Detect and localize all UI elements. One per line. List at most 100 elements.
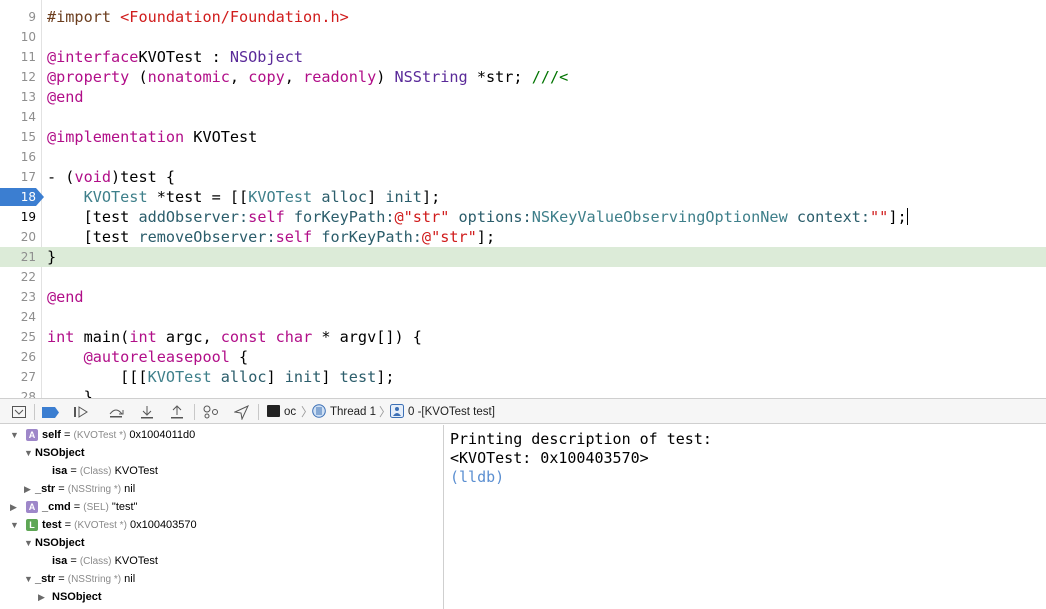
variable-row[interactable]: ▼ _str = (NSString *) nil bbox=[0, 570, 443, 588]
code-token: ) bbox=[376, 68, 395, 86]
code-line[interactable]: 10 bbox=[0, 27, 1046, 47]
hide-debug-area-icon[interactable] bbox=[10, 403, 28, 421]
console-prompt[interactable]: (lldb) bbox=[450, 468, 504, 487]
breadcrumb-frame[interactable]: 0 -[KVOTest test] bbox=[390, 403, 495, 421]
variable-row[interactable]: ▼ NSObject bbox=[0, 444, 443, 462]
disclosure-collapsed-icon[interactable]: ▶ bbox=[24, 480, 31, 498]
variable-row[interactable]: ▼ NSObject bbox=[0, 534, 443, 552]
breadcrumb-process[interactable]: oc bbox=[267, 403, 296, 421]
code-line[interactable]: 11 @interfaceKVOTest : NSObject bbox=[0, 47, 1046, 67]
code-line[interactable]: 23 @end bbox=[0, 287, 1046, 307]
variable-type: (NSString *) bbox=[67, 574, 122, 585]
line-number[interactable]: 20 bbox=[0, 227, 38, 247]
code-token: @property bbox=[47, 68, 130, 86]
disclosure-collapsed-icon[interactable]: ▶ bbox=[38, 588, 45, 606]
code-line[interactable]: 19 [test addObserver:self forKeyPath:@"s… bbox=[0, 207, 1046, 227]
disclosure-collapsed-icon[interactable]: ▶ bbox=[10, 498, 17, 516]
variable-name: self bbox=[42, 429, 61, 441]
code-token: NSString bbox=[394, 68, 468, 86]
lldb-console[interactable]: Printing description of test: <KVOTest: … bbox=[444, 425, 1046, 609]
variable-row[interactable]: ▼ Ltest = (KVOTest *) 0x100403570 bbox=[0, 516, 443, 534]
variable-row[interactable]: ▶ _str = (NSString *) nil bbox=[0, 480, 443, 498]
debug-view-hierarchy-icon[interactable] bbox=[202, 403, 220, 421]
code-token: @"str" bbox=[421, 228, 477, 246]
code-line[interactable]: 9 #import <Foundation/Foundation.h> bbox=[0, 7, 1046, 27]
line-number[interactable]: 21 bbox=[0, 247, 38, 267]
code-token: argc, bbox=[156, 328, 221, 346]
code-token: ] bbox=[321, 368, 340, 386]
toolbar-separator bbox=[34, 404, 35, 420]
disclosure-expanded-icon[interactable]: ▼ bbox=[24, 444, 33, 462]
line-number[interactable]: 27 bbox=[0, 367, 38, 387]
step-over-icon[interactable] bbox=[107, 403, 125, 421]
continue-icon[interactable] bbox=[72, 403, 90, 421]
code-token: removeObserver: bbox=[138, 228, 276, 246]
code-text: @implementation KVOTest bbox=[47, 127, 257, 147]
simulate-location-icon[interactable] bbox=[232, 403, 250, 421]
source-editor[interactable]: 9 #import <Foundation/Foundation.h> 10 11 @i… bbox=[0, 0, 1046, 398]
step-out-icon[interactable] bbox=[168, 403, 186, 421]
code-text: #import <Foundation/Foundation.h> bbox=[47, 7, 349, 27]
code-token: const bbox=[220, 328, 267, 346]
variable-row[interactable]: isa = (Class) KVOTest bbox=[0, 552, 443, 570]
code-line[interactable]: 15 @implementation KVOTest bbox=[0, 127, 1046, 147]
code-token: { bbox=[229, 348, 249, 366]
breakpoints-toggle-icon[interactable] bbox=[42, 403, 60, 421]
line-number[interactable]: 16 bbox=[0, 147, 38, 167]
code-token: - ( bbox=[47, 168, 75, 186]
line-number[interactable]: 13 bbox=[0, 87, 38, 107]
disclosure-expanded-icon[interactable]: ▼ bbox=[10, 516, 19, 534]
line-number[interactable]: 22 bbox=[0, 267, 38, 287]
line-number[interactable]: 17 bbox=[0, 167, 38, 187]
line-number[interactable]: 26 bbox=[0, 347, 38, 367]
line-number[interactable]: 11 bbox=[0, 47, 38, 67]
line-number[interactable]: 19 bbox=[0, 207, 38, 227]
code-token: main( bbox=[74, 328, 130, 346]
line-number[interactable]: 25 bbox=[0, 327, 38, 347]
code-line[interactable]: 22 bbox=[0, 267, 1046, 287]
variable-name: _cmd bbox=[42, 501, 71, 513]
code-line[interactable]: 24 bbox=[0, 307, 1046, 327]
line-number[interactable]: 23 bbox=[0, 287, 38, 307]
variable-text: _str = (NSString *) nil bbox=[35, 573, 136, 585]
line-number[interactable]: 28 bbox=[0, 387, 38, 398]
code-line[interactable]: 16 bbox=[0, 147, 1046, 167]
disclosure-expanded-icon[interactable]: ▼ bbox=[24, 570, 33, 588]
code-line[interactable]: 17 - (void)test { bbox=[0, 167, 1046, 187]
code-line[interactable]: 13 @end bbox=[0, 87, 1046, 107]
line-number[interactable]: 10 bbox=[0, 27, 38, 47]
disclosure-expanded-icon[interactable]: ▼ bbox=[10, 426, 19, 444]
line-number[interactable]: 14 bbox=[0, 107, 38, 127]
variable-row[interactable]: isa = (Class) KVOTest bbox=[0, 462, 443, 480]
code-line[interactable]: 18 KVOTest *test = [[KVOTest alloc] init… bbox=[0, 187, 1046, 207]
line-number[interactable]: 12 bbox=[0, 67, 38, 87]
code-token: KVOTest bbox=[184, 128, 258, 146]
code-line[interactable]: 27 [[[KVOTest alloc] init] test]; bbox=[0, 367, 1046, 387]
code-line[interactable]: 14 bbox=[0, 107, 1046, 127]
variable-row[interactable]: ▼ Aself = (KVOTest *) 0x1004011d0 bbox=[0, 426, 443, 444]
step-into-icon[interactable] bbox=[138, 403, 156, 421]
code-line[interactable]: 20 [test removeObserver:self forKeyPath:… bbox=[0, 227, 1046, 247]
code-token: , bbox=[229, 68, 249, 86]
code-line[interactable]: 21} bbox=[0, 247, 1046, 267]
line-number[interactable]: 15 bbox=[0, 127, 38, 147]
variable-name: isa bbox=[52, 465, 68, 477]
code-line[interactable]: 26 @autoreleasepool { bbox=[0, 347, 1046, 367]
variable-row[interactable]: ▶ NSObject bbox=[0, 588, 443, 606]
line-number[interactable]: 24 bbox=[0, 307, 38, 327]
code-line[interactable]: 12 @property (nonatomic, copy, readonly) … bbox=[0, 67, 1046, 87]
disclosure-expanded-icon[interactable]: ▼ bbox=[24, 534, 33, 552]
code-token: *test = [[ bbox=[147, 188, 249, 206]
line-number[interactable]: 9 bbox=[0, 7, 38, 27]
line-number[interactable]: 18 bbox=[0, 187, 38, 207]
variable-value: 0x100403570 bbox=[129, 519, 197, 531]
breadcrumb-thread[interactable]: Thread 1 bbox=[312, 403, 376, 421]
code-token: int bbox=[129, 328, 157, 346]
variables-view[interactable]: ▼ Aself = (KVOTest *) 0x1004011d0 ▼ NSObjec… bbox=[0, 425, 443, 609]
variable-row[interactable]: ▶ A _cmd = (SEL) "test" bbox=[0, 498, 443, 516]
code-token: @implementation bbox=[47, 128, 185, 146]
code-line[interactable]: 28 } bbox=[0, 387, 1046, 398]
code-line[interactable]: 25 int main(int argc, const char * argv[]… bbox=[0, 327, 1046, 347]
